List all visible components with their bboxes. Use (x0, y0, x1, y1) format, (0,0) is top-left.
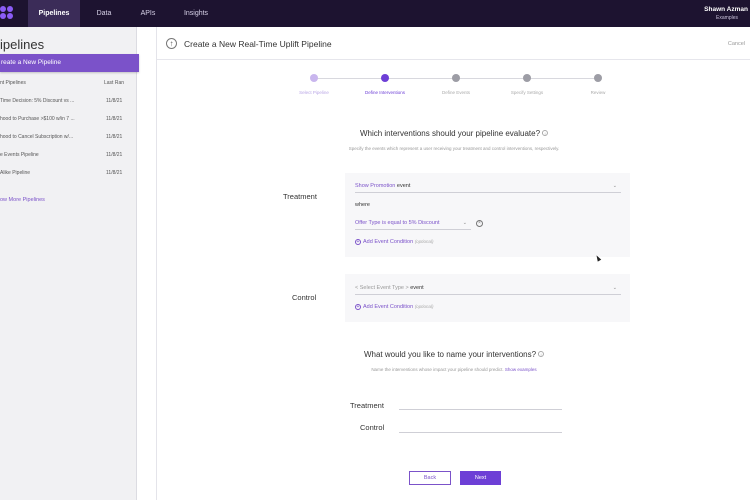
treatment-event-select[interactable]: Show Promotion event ⌄ (355, 181, 621, 193)
control-add-condition[interactable]: + Add Event Condition (optional) (355, 304, 433, 310)
step-dot-define-interventions[interactable] (381, 74, 389, 82)
interventions-subtitle: Specify the events which represent a use… (348, 146, 560, 151)
add-condition-label: Add Event Condition (363, 239, 414, 245)
treatment-add-condition[interactable]: + Add Event Condition (optional) (355, 239, 433, 245)
control-card: < Select Event Type > event ⌄ + Add Event… (345, 274, 630, 322)
treatment-event-word: event (396, 183, 411, 189)
step-dot-specify-settings[interactable] (523, 74, 531, 82)
pipeline-row-name[interactable]: hood to Purchase >$100 w/in 7 ... (0, 116, 75, 122)
naming-question: What would you like to name your interve… (363, 350, 545, 359)
control-event-placeholder: < Select Event Type > (355, 285, 409, 291)
cancel-link[interactable]: Cancel (728, 41, 745, 47)
treatment-name-label: Treatment (350, 401, 384, 410)
chevron-down-icon: ⌄ (612, 285, 617, 291)
treatment-event-type: Show Promotion (355, 183, 396, 189)
step-label-review: Review (590, 90, 606, 95)
step-dot-review[interactable] (594, 74, 602, 82)
back-arrow-icon[interactable]: ↑ (166, 38, 177, 49)
pipeline-row-date: 11/8/21 (106, 98, 123, 104)
treatment-condition-text: Offer Type is equal to 5% Discount (355, 220, 440, 226)
where-label: where (355, 202, 370, 208)
interventions-question: Which interventions should your pipeline… (359, 129, 549, 138)
pipeline-row-date: 11/8/21 (106, 152, 123, 158)
next-button[interactable]: Next (460, 471, 501, 485)
list-header-last-ran: Last Ran (104, 80, 125, 86)
pipeline-row-name[interactable]: Alike Pipeline (0, 170, 30, 176)
plus-circle-icon: + (355, 304, 361, 310)
nav-tab-data[interactable]: Data (86, 0, 122, 27)
show-more-pipelines-link[interactable]: ow More Pipelines (0, 197, 45, 203)
treatment-card: Show Promotion event ⌄ where Offer Type … (345, 173, 630, 257)
pipeline-row-name[interactable]: e Events Pipeline (0, 152, 39, 158)
user-workspace: Examples (716, 15, 738, 21)
pipeline-row-date: 11/8/21 (106, 134, 123, 140)
step-label-select-pipeline: Select Pipeline (299, 90, 329, 95)
nav-tab-insights[interactable]: Insights (176, 0, 216, 27)
step-label-specify-settings: Specify Settings (510, 90, 544, 95)
naming-subtitle-text: Name the interventions whose impact your… (371, 367, 504, 372)
pipeline-row-date: 11/8/21 (106, 116, 123, 122)
info-icon[interactable]: i (538, 351, 545, 357)
control-name-label: Control (360, 423, 385, 432)
back-button[interactable]: Back (409, 471, 451, 485)
user-name[interactable]: Shawn Azman (704, 6, 748, 13)
remove-condition-icon[interactable]: × (476, 220, 483, 227)
main-panel: ↑ Create a New Real-Time Uplift Pipeline… (156, 27, 750, 500)
step-label-define-events: Define Events (441, 90, 471, 95)
step-dot-define-events[interactable] (452, 74, 460, 82)
top-nav-bar: Pipelines Data APIs Insights Shawn Azman… (0, 0, 750, 27)
control-name-input[interactable] (399, 423, 562, 433)
nav-tab-apis[interactable]: APIs (130, 0, 166, 27)
step-dot-select-pipeline[interactable] (310, 74, 318, 82)
pipeline-row-date: 11/8/21 (106, 170, 123, 176)
naming-subtitle: Name the interventions whose impact your… (371, 367, 536, 372)
treatment-label: Treatment (283, 192, 317, 201)
sidebar: ipelines reate a New Pipeline nt Pipelin… (0, 27, 139, 500)
naming-question-text: What would you like to name your interve… (363, 350, 537, 359)
page-header: ↑ Create a New Real-Time Uplift Pipeline… (157, 27, 750, 60)
nav-tab-pipelines[interactable]: Pipelines (28, 0, 80, 27)
sidebar-title: ipelines (0, 37, 45, 52)
add-condition-label: Add Event Condition (363, 304, 414, 310)
logo-icon[interactable] (0, 6, 14, 21)
info-icon[interactable]: i (542, 130, 549, 136)
create-pipeline-button[interactable]: reate a New Pipeline (0, 54, 139, 72)
optional-label: (optional) (414, 239, 434, 244)
page-title: Create a New Real-Time Uplift Pipeline (184, 39, 332, 49)
chevron-down-icon: ⌄ (612, 183, 617, 189)
plus-circle-icon: + (355, 239, 361, 245)
control-event-word: event (410, 285, 424, 291)
list-header-name: nt Pipelines (0, 80, 26, 86)
control-label: Control (292, 293, 317, 302)
treatment-condition-select[interactable]: Offer Type is equal to 5% Discount ⌄ (355, 218, 471, 230)
step-label-define-interventions: Define Interventions (364, 90, 406, 95)
pipeline-row-name[interactable]: hood to Cancel Subscription w/... (0, 134, 73, 140)
interventions-question-text: Which interventions should your pipeline… (359, 129, 541, 138)
treatment-name-input[interactable] (399, 400, 562, 410)
optional-label: (optional) (414, 304, 434, 309)
control-event-select[interactable]: < Select Event Type > event ⌄ (355, 283, 621, 295)
pipeline-row-name[interactable]: Time Decision: 5% Discount vs ... (0, 98, 74, 104)
show-examples-link[interactable]: Show examples (505, 367, 537, 372)
chevron-down-icon: ⌄ (462, 220, 467, 226)
